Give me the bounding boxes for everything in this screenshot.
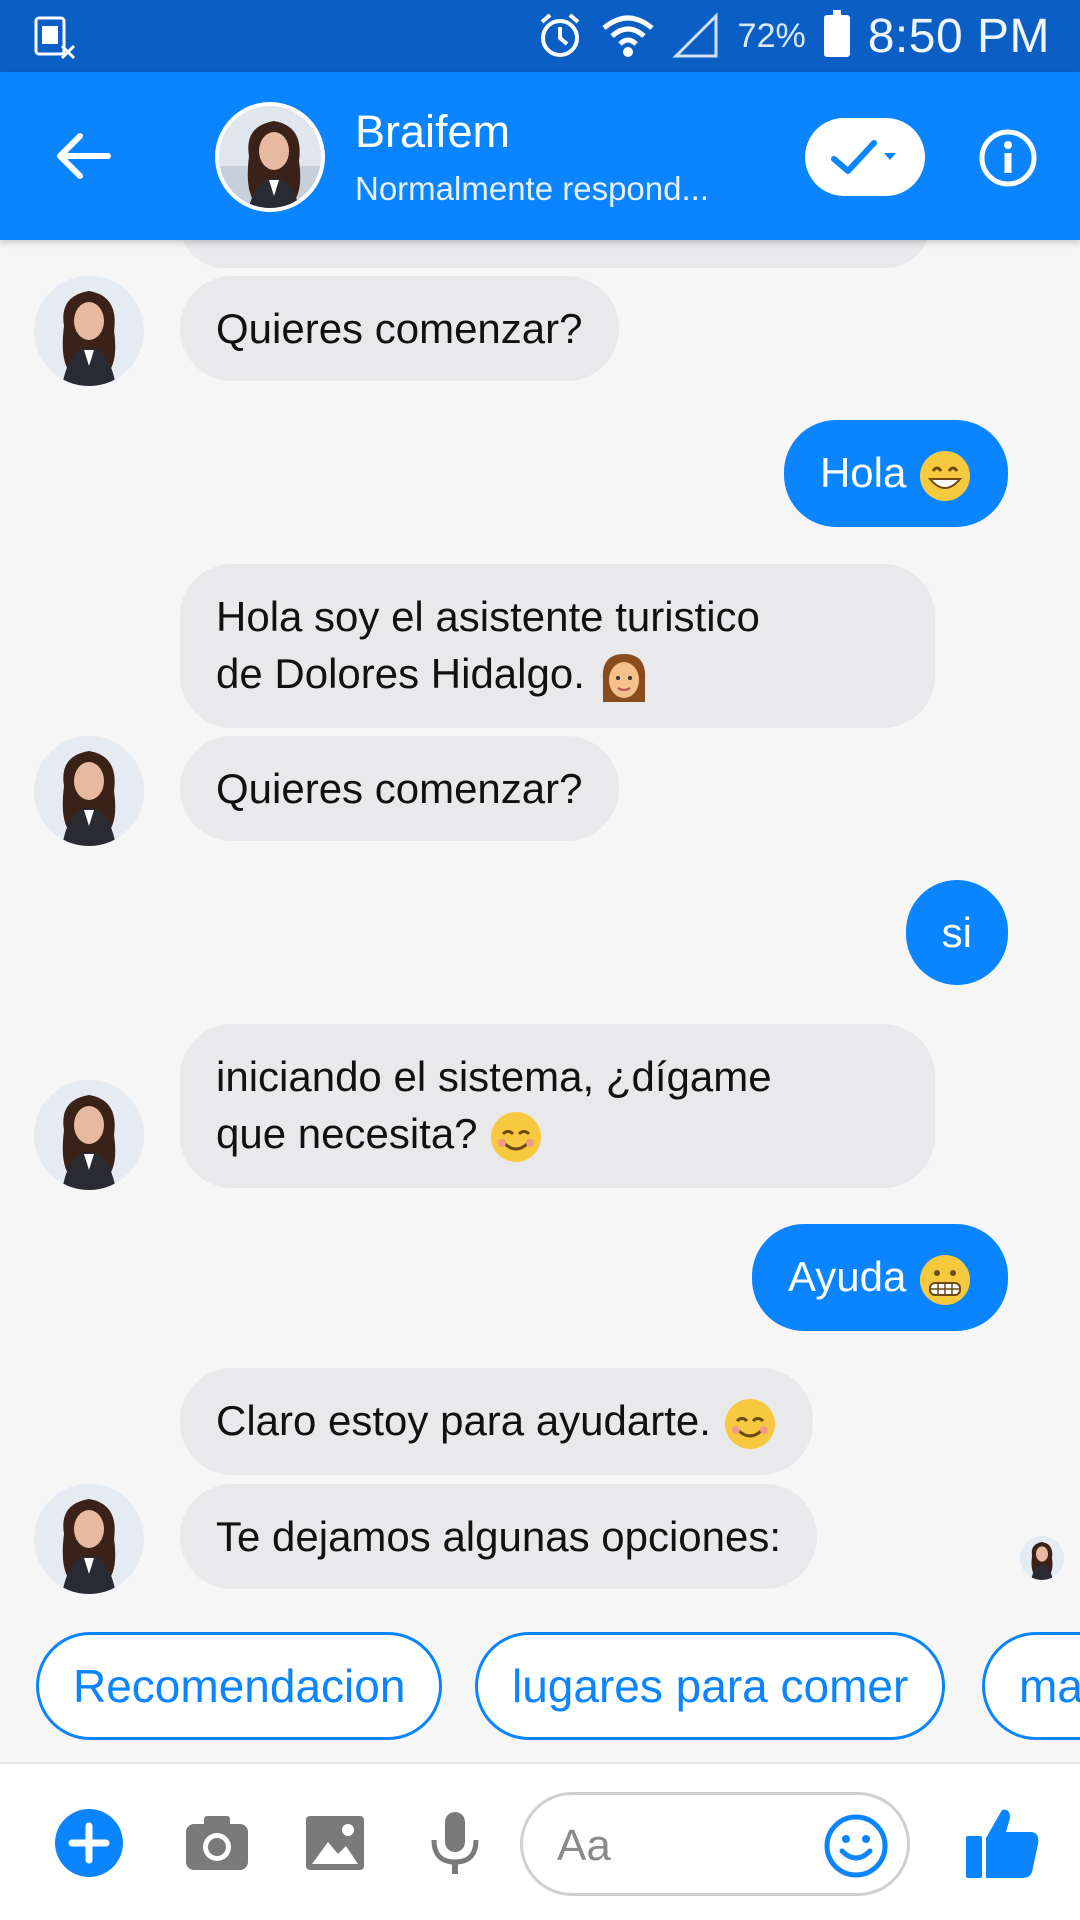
sim-card-icon — [34, 16, 76, 60]
signal-icon — [672, 12, 718, 58]
bot-avatar — [34, 1080, 144, 1190]
smiling-face-icon — [724, 1398, 775, 1449]
outgoing-message[interactable]: Hola — [783, 420, 1008, 527]
outgoing-message[interactable]: si — [905, 880, 1008, 985]
message-text: Ayuda — [787, 1253, 907, 1300]
status-bar: 72% 8:50 PM — [0, 0, 1080, 72]
message-list[interactable]: Quieres comenzar? Hola Hola soy el asist… — [0, 240, 1080, 1765]
microphone-icon[interactable] — [420, 1808, 490, 1878]
bot-avatar — [34, 276, 144, 386]
emoji-picker-icon[interactable] — [823, 1813, 889, 1879]
back-arrow-icon[interactable] — [52, 124, 116, 188]
conversation-header: Braifem Normalmente respond... — [0, 72, 1080, 240]
battery-percent: 72% — [737, 16, 806, 55]
message-text: Quieres comenzar? — [216, 305, 583, 352]
thumbs-up-icon[interactable] — [962, 1802, 1042, 1882]
grimacing-face-icon — [920, 1254, 970, 1305]
bot-avatar — [34, 736, 144, 846]
mark-read-button[interactable] — [805, 118, 925, 196]
message-text: Quieres comenzar? — [216, 765, 583, 812]
incoming-message[interactable]: Quieres comenzar? — [180, 736, 619, 841]
alarm-icon — [540, 13, 579, 57]
camera-icon[interactable] — [182, 1808, 252, 1878]
incoming-message[interactable]: Claro estoy para ayudarte. — [180, 1368, 813, 1475]
contact-status: Normalmente respond... — [355, 170, 709, 207]
quick-reply-label: ma — [1019, 1660, 1080, 1712]
checkmark-dropdown-icon — [831, 140, 896, 174]
composer-bar: Aa — [0, 1762, 1080, 1920]
wifi-icon — [602, 15, 654, 57]
quick-reply-partial[interactable]: ma — [982, 1632, 1080, 1740]
outgoing-message[interactable]: Ayuda — [751, 1224, 1008, 1331]
message-text-line1: iniciando el sistema, ¿dígame — [216, 1053, 772, 1100]
contact-avatar[interactable] — [215, 102, 325, 212]
quick-reply-label: lugares para comer — [512, 1660, 909, 1712]
incoming-message[interactable]: Te dejamos algunas opciones: — [180, 1484, 818, 1589]
smiling-face-icon — [491, 1111, 542, 1162]
quick-reply-label: Recomendacion — [73, 1660, 406, 1712]
bot-avatar — [34, 1484, 144, 1594]
message-text-line2: de Dolores Hidalgo. — [216, 650, 585, 697]
message-text-line2: que necesita? — [216, 1110, 478, 1157]
contact-name: Braifem — [355, 106, 511, 157]
image-icon[interactable] — [300, 1808, 370, 1878]
grinning-face-icon — [920, 450, 970, 501]
message-input[interactable]: Aa — [520, 1792, 910, 1896]
incoming-message[interactable]: Hola soy el asistente turistico de Dolor… — [180, 564, 935, 728]
message-input-placeholder: Aa — [557, 1821, 611, 1870]
message-text: si — [941, 909, 972, 956]
quick-reply-lugares-para-comer[interactable]: lugares para comer — [475, 1632, 946, 1740]
message-text: Claro estoy para ayudarte. — [216, 1397, 711, 1444]
quick-reply-recomendacion[interactable]: Recomendacion — [36, 1632, 443, 1740]
incoming-message[interactable]: iniciando el sistema, ¿dígame que necesi… — [180, 1024, 935, 1188]
message-text-line1: Hola soy el asistente turistico — [216, 593, 760, 640]
message-text: Hola — [819, 449, 907, 496]
message-text: Te dejamos algunas opciones: — [216, 1513, 782, 1560]
clock: 8:50 PM — [867, 9, 1050, 63]
woman-face-icon — [602, 653, 645, 702]
incoming-message[interactable]: Quieres comenzar? — [180, 276, 619, 381]
info-icon[interactable] — [978, 128, 1038, 188]
battery-icon — [823, 10, 850, 57]
message-bubble-partial[interactable] — [180, 240, 930, 268]
plus-icon[interactable] — [54, 1808, 124, 1878]
read-receipt-avatar — [1020, 1536, 1064, 1580]
